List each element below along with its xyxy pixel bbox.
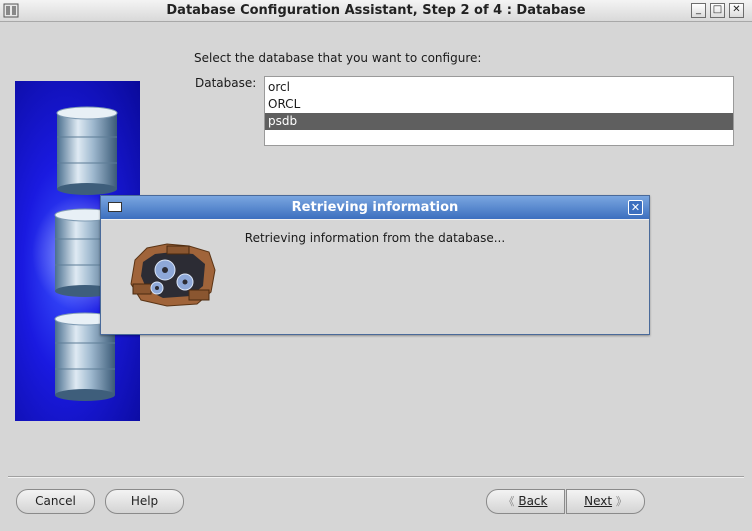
minimize-button[interactable]: _ [691,3,706,18]
back-button[interactable]: 《 Back [486,489,565,514]
retrieving-information-dialog[interactable]: Retrieving information ✕ Retrieving info… [100,195,650,335]
back-button-label: Back [518,494,548,508]
dialog-close-button[interactable]: ✕ [628,200,643,215]
cancel-button-label: Cancel [35,494,76,508]
help-button-label: Help [130,494,159,508]
next-button-label: Next [584,494,613,508]
maximize-button[interactable]: □ [710,3,725,18]
close-button[interactable]: ✕ [729,3,744,18]
dialog-title: Retrieving information [291,200,459,215]
database-item-ORCL[interactable]: ORCL [265,96,733,113]
window-title: Database Configuration Assistant, Step 2… [166,3,586,18]
gears-brick-icon [130,243,216,307]
database-list[interactable]: orcl ORCL psdb [264,76,734,146]
database-item-orcl[interactable]: orcl [265,79,733,96]
select-database-prompt: Select the database that you want to con… [194,51,482,65]
window-titlebar[interactable]: Database Configuration Assistant, Step 2… [0,0,752,22]
database-item-psdb[interactable]: psdb [265,113,733,130]
chevron-right-icon: 》 [615,495,627,508]
next-button[interactable]: Next 》 [566,489,645,514]
footer-separator [8,476,744,478]
chevron-left-icon: 《 [503,495,515,508]
database-label: Database: [195,76,257,90]
dialog-titlebar[interactable]: Retrieving information ✕ [101,196,649,219]
cancel-button[interactable]: Cancel [16,489,95,514]
help-button[interactable]: Help [105,489,184,514]
